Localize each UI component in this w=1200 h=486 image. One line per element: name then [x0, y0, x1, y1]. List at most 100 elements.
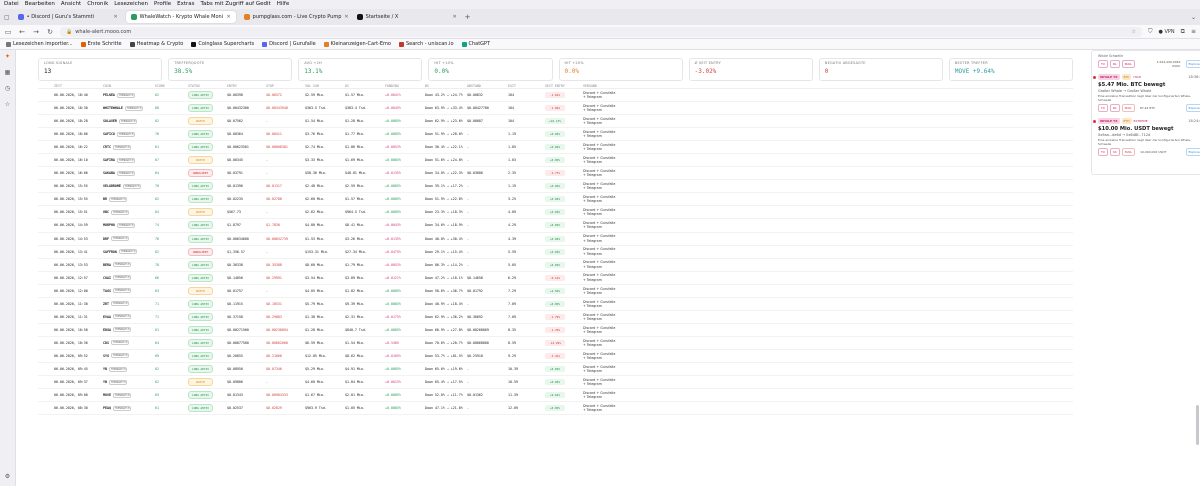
sidebar-toggle-icon[interactable]: ▭: [4, 28, 12, 36]
table-row[interactable]: 06.06.2026, 15:55 VELODROME TRENDWATCH 70 LO…: [38, 180, 1073, 194]
coin-cell[interactable]: CRTC TRENDWATCH: [103, 144, 155, 150]
menu-item-2[interactable]: Ansicht: [61, 1, 81, 8]
close-tab-icon[interactable]: ✕: [226, 14, 230, 20]
menu-item-0[interactable]: Datei: [4, 1, 19, 8]
tab-2[interactable]: pumpglass.com - Live Crypto Pump ✕: [239, 11, 349, 23]
coin-cell[interactable]: EVAA TRENDWATCH: [103, 314, 155, 320]
alert-mail-button[interactable]: MAIL: [1121, 60, 1135, 68]
coin-cell[interactable]: WHITEWHALE TRENDWATCH: [103, 105, 155, 111]
table-row[interactable]: 06.06.2026, 10:36 CDS TRENDWATCH 64 LONG AKT…: [38, 337, 1073, 350]
coin-cell[interactable]: MOVE TRENDWATCH: [103, 392, 155, 398]
table-row[interactable]: 06.06.2026, 16:06 SAKABA TRENDWATCH 64 ANNUL…: [38, 167, 1073, 181]
bookmark-item-2[interactable]: Heatmap & Crypto: [129, 41, 183, 47]
table-row[interactable]: 06.06.2026, 12:57 COAI TRENDWATCH 66 LONG AK…: [38, 272, 1073, 285]
bookmarks-icon[interactable]: ☆: [4, 101, 11, 108]
table-row[interactable]: 06.06.2026, 18:06 SAFICO TRENDWATCH 76 LONG …: [38, 128, 1073, 142]
table-row[interactable]: 06.06.2026, 16:10 SAFIRA TRENDWATCH 67 WATCH…: [38, 154, 1073, 168]
back-icon[interactable]: ←: [18, 28, 26, 36]
table-row[interactable]: 06.06.2026, 13:53 BERA TRENDWATCH 78 LONG AK…: [38, 259, 1073, 272]
tab-list-icon[interactable]: ⌄: [1191, 14, 1196, 21]
menu-icon[interactable]: ≡: [1191, 28, 1196, 35]
tab-0[interactable]: • Discord | Guru's Stammti ✕: [13, 11, 123, 23]
table-row[interactable]: 06.06.2026, 13:41 SAFFRON TRENDWATCH 62 ANNU…: [38, 246, 1073, 259]
bookmark-item-5[interactable]: Kleinanzeigen-Cart-Emo: [323, 41, 391, 47]
coin-cell[interactable]: BERA TRENDWATCH: [103, 262, 155, 268]
coin-cell[interactable]: DRF TRENDWATCH: [103, 236, 155, 242]
bookmark-item-1[interactable]: Erste Schritte: [80, 41, 122, 47]
table-row[interactable]: 06.06.2026, 18:30 WHITEWHALE TRENDWATCH 68 L…: [38, 102, 1073, 116]
explorer-button[interactable]: Explorer: [1185, 60, 1200, 68]
coin-cell[interactable]: EDGA TRENDWATCH: [103, 327, 155, 333]
coin-cell[interactable]: VELODROME TRENDWATCH: [103, 183, 155, 189]
new-tab-button[interactable]: +: [465, 13, 471, 21]
page-scrollbar[interactable]: [1196, 405, 1199, 445]
table-row[interactable]: 06.06.2026, 14:53 DRF TRENDWATCH 76 LONG AKT…: [38, 233, 1073, 246]
coin-cell[interactable]: PELNEA TRENDWATCH: [103, 92, 155, 98]
coin-cell[interactable]: SYG TRENDWATCH: [103, 353, 155, 359]
history-icon[interactable]: ◷: [4, 85, 11, 92]
alert-mail-button[interactable]: MAIL: [1121, 104, 1135, 112]
menu-item-6[interactable]: Extras: [177, 1, 194, 8]
table-row[interactable]: 06.06.2026, 09:37 YB TRENDWATCH 62 WATCH $0.0…: [38, 376, 1073, 390]
alert-link-button[interactable]: RL: [1109, 104, 1120, 112]
table-row[interactable]: 06.06.2026, 09:52 SYG TRENDWATCH 69 LONG AKT…: [38, 350, 1073, 363]
table-row[interactable]: 06.06.2026, 11:31 EVAA TRENDWATCH 71 LONG AK…: [38, 311, 1073, 324]
coin-cell[interactable]: TAGS TRENDWATCH: [103, 288, 155, 294]
coin-cell[interactable]: SAFFRON TRENDWATCH: [103, 249, 155, 255]
coin-cell[interactable]: MORPHO TRENDWATCH: [103, 222, 155, 228]
coin-cell[interactable]: SOLAVER TRENDWATCH: [103, 118, 155, 124]
extensions-icon[interactable]: ⧉: [1181, 28, 1185, 36]
alert-tx-button[interactable]: TX: [1098, 60, 1108, 68]
menu-item-4[interactable]: Lesezeichen: [114, 1, 148, 8]
table-row[interactable]: 06.06.2026, 09:45 YB TRENDWATCH 62 LONG AKTI…: [38, 363, 1073, 377]
coin-cell[interactable]: YB TRENDWATCH: [103, 366, 155, 372]
close-tab-icon[interactable]: ✕: [113, 14, 117, 20]
explorer-button[interactable]: Explorer: [1185, 104, 1200, 112]
bookmark-item-6[interactable]: Search - uniscan.io: [398, 41, 454, 47]
bookmark-item-7[interactable]: ChatGPT: [461, 41, 490, 47]
settings-icon[interactable]: ⚙: [4, 473, 11, 480]
table-row[interactable]: 06.06.2026, 18:40 PELNEA TRENDWATCH 62 LONG …: [38, 89, 1073, 103]
alert-tx-button[interactable]: TX: [1098, 148, 1108, 156]
close-tab-icon[interactable]: ✕: [344, 14, 348, 20]
url-bar[interactable]: 🔒 whale-alert.mooo.com ☆: [60, 26, 1143, 37]
tab-3[interactable]: Startseite / X ✕: [352, 11, 462, 23]
coin-cell[interactable]: COAI TRENDWATCH: [103, 275, 155, 281]
alert-link-button[interactable]: SC: [1109, 148, 1120, 156]
table-row[interactable]: 06.06.2026, 10:58 EDGA TRENDWATCH 61 LONG AK…: [38, 324, 1073, 337]
coin-cell[interactable]: CDS TRENDWATCH: [103, 340, 155, 346]
table-row[interactable]: 06.06.2026, 15:51 UBC TRENDWATCH 64 WATCH $56…: [38, 206, 1073, 220]
bookmark-item-3[interactable]: Coinglass Supercharts: [191, 41, 254, 47]
coin-cell[interactable]: ZRT TRENDWATCH: [103, 301, 155, 307]
explorer-button[interactable]: Explorer: [1185, 148, 1200, 156]
shield-icon[interactable]: ⛉: [1148, 28, 1153, 36]
synced-tabs-icon[interactable]: ▦: [4, 69, 11, 76]
table-row[interactable]: 06.06.2026, 15:55 BR TRENDWATCH 62 LONG AKTI…: [38, 193, 1073, 207]
table-row[interactable]: 06.06.2026, 16:22 CRTC TRENDWATCH 61 LONG AK…: [38, 141, 1073, 155]
coin-cell[interactable]: BR TRENDWATCH: [103, 196, 155, 202]
close-tab-icon[interactable]: ✕: [452, 14, 456, 20]
coin-cell[interactable]: SAFICO TRENDWATCH: [103, 131, 155, 137]
coin-cell[interactable]: PEAQ TRENDWATCH: [103, 405, 155, 411]
vpn-button[interactable]: ● VPN: [1159, 29, 1175, 35]
table-row[interactable]: 06.06.2026, 09:00 MOVE TRENDWATCH 65 LONG AK…: [38, 389, 1073, 403]
reload-icon[interactable]: ↻: [46, 28, 54, 36]
menu-item-7[interactable]: Tabs mit Zugriff auf Gedit: [201, 1, 271, 8]
bookmark-star-icon[interactable]: ☆: [1132, 29, 1136, 35]
tab-1[interactable]: WhaleWatch - Krypto Whale Moni ✕: [125, 11, 236, 23]
coin-cell[interactable]: YB TRENDWATCH: [103, 379, 155, 385]
coin-cell[interactable]: SAFIRA TRENDWATCH: [103, 157, 155, 163]
table-row[interactable]: 06.06.2026, 11:30 ZRT TRENDWATCH 71 LONG AKT…: [38, 298, 1073, 311]
bookmark-item-4[interactable]: Discord | Gurufalle: [262, 41, 316, 47]
firefox-view-icon[interactable]: ▢: [4, 14, 10, 21]
coin-cell[interactable]: UBC TRENDWATCH: [103, 209, 155, 215]
menu-item-3[interactable]: Chronik: [87, 1, 108, 8]
bookmark-item-0[interactable]: Lesezeichen importier...: [6, 41, 73, 47]
table-row[interactable]: 06.06.2026, 18:28 SOLAVER TRENDWATCH 62 WATC…: [38, 115, 1073, 129]
alert-mail-button[interactable]: MAIL: [1121, 148, 1136, 156]
forward-icon[interactable]: →: [32, 28, 40, 36]
alert-rl-button[interactable]: RL: [1109, 60, 1120, 68]
menu-item-5[interactable]: Profile: [154, 1, 171, 8]
alert-tx-button[interactable]: TX: [1098, 104, 1108, 112]
table-row[interactable]: 06.06.2026, 08:30 PEAQ TRENDWATCH 61 LONG AK…: [38, 402, 1073, 416]
